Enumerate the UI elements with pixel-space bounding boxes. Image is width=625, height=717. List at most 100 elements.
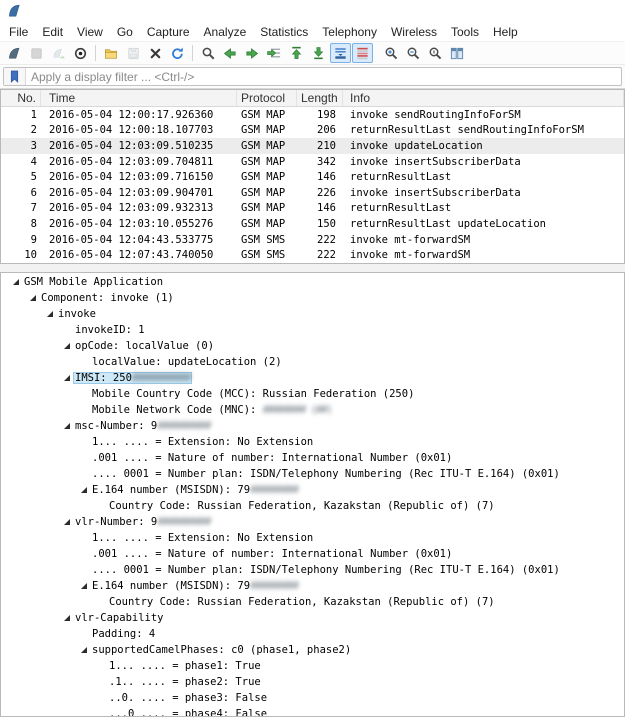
- menu-item-view[interactable]: View: [70, 23, 110, 41]
- last-packet-button[interactable]: [308, 43, 329, 63]
- colorize-toggle[interactable]: [352, 43, 373, 63]
- tree-item-label: .... 0001 = Number plan: ISDN/Telephony …: [92, 564, 560, 576]
- menu-item-help[interactable]: Help: [486, 23, 525, 41]
- tree-item[interactable]: IMSI: 250###########: [1, 370, 624, 386]
- packet-row-7[interactable]: 72016-05-04 12:03:09.932313GSM MAP146ret…: [1, 201, 624, 217]
- display-filter-input[interactable]: [26, 70, 621, 84]
- column-header-info[interactable]: Info: [343, 90, 624, 106]
- last-packet-icon: [311, 45, 326, 61]
- tree-item[interactable]: Country Code: Russian Federation, Kazaks…: [1, 594, 624, 610]
- tree-item[interactable]: E.164 number (MSISDN): 79#########: [1, 578, 624, 594]
- tree-item[interactable]: 1... .... = Extension: No Extension: [1, 434, 624, 450]
- tree-item-text: .1.. .... = phase2: True: [107, 676, 263, 688]
- expander-icon[interactable]: [60, 343, 73, 349]
- column-header-no[interactable]: No.: [1, 90, 41, 106]
- tree-item[interactable]: msc-Number: 9##########: [1, 418, 624, 434]
- menu-item-file[interactable]: File: [2, 23, 35, 41]
- menu-item-go[interactable]: Go: [110, 23, 140, 41]
- filter-bookmark-button[interactable]: [4, 68, 26, 85]
- packet-cell-no: 10: [1, 249, 41, 261]
- column-header-time[interactable]: Time: [41, 90, 237, 106]
- tree-item[interactable]: E.164 number (MSISDN): 79#########: [1, 482, 624, 498]
- column-header-length[interactable]: Length: [297, 90, 343, 106]
- find-packet-button[interactable]: [198, 43, 219, 63]
- expander-icon[interactable]: [60, 615, 73, 621]
- capture-options-button[interactable]: [70, 43, 91, 63]
- tree-item[interactable]: .001 .... = Nature of number: Internatio…: [1, 546, 624, 562]
- tree-item[interactable]: .... 0001 = Number plan: ISDN/Telephony …: [1, 466, 624, 482]
- expander-icon[interactable]: [26, 295, 39, 301]
- next-packet-button[interactable]: [242, 43, 263, 63]
- expander-icon[interactable]: [60, 519, 73, 525]
- tree-item[interactable]: supportedCamelPhases: c0 (phase1, phase2…: [1, 642, 624, 658]
- tree-item[interactable]: Country Code: Russian Federation, Kazaks…: [1, 498, 624, 514]
- tree-item[interactable]: invoke: [1, 306, 624, 322]
- packet-row-5[interactable]: 52016-05-04 12:03:09.716150GSM MAP146ret…: [1, 169, 624, 185]
- previous-packet-button[interactable]: [220, 43, 241, 63]
- expander-icon[interactable]: [77, 647, 90, 653]
- tree-item[interactable]: 1... .... = Extension: No Extension: [1, 530, 624, 546]
- column-header-protocol[interactable]: Protocol: [237, 90, 297, 106]
- menu-item-edit[interactable]: Edit: [35, 23, 70, 41]
- packet-row-6[interactable]: 62016-05-04 12:03:09.904701GSM MAP226inv…: [1, 185, 624, 201]
- zoom-out-button[interactable]: [403, 43, 424, 63]
- menu-item-telephony[interactable]: Telephony: [315, 23, 384, 41]
- tree-item[interactable]: localValue: updateLocation (2): [1, 354, 624, 370]
- tree-item[interactable]: invokeID: 1: [1, 322, 624, 338]
- display-filter-box: [3, 67, 622, 86]
- expander-icon[interactable]: [43, 311, 56, 317]
- expander-icon[interactable]: [77, 583, 90, 589]
- expander-icon[interactable]: [60, 423, 73, 429]
- packet-row-10[interactable]: 102016-05-04 12:07:43.740050GSM SMS222in…: [1, 247, 624, 263]
- packet-row-4[interactable]: 42016-05-04 12:03:09.704811GSM MAP342inv…: [1, 154, 624, 170]
- close-file-button[interactable]: [145, 43, 166, 63]
- expander-icon[interactable]: [77, 487, 90, 493]
- open-file-button[interactable]: [101, 43, 122, 63]
- packet-row-9[interactable]: 92016-05-04 12:04:43.533775GSM SMS222inv…: [1, 232, 624, 248]
- tree-item[interactable]: opCode: localValue (0): [1, 338, 624, 354]
- toolbar-separator: [192, 45, 193, 61]
- menu-item-capture[interactable]: Capture: [140, 23, 197, 41]
- tree-item[interactable]: ...0 .... = phase4: False: [1, 706, 624, 717]
- tree-item-label: .... 0001 = Number plan: ISDN/Telephony …: [92, 468, 560, 480]
- tree-item[interactable]: Mobile Network Code (MNC): ######## (##): [1, 402, 624, 418]
- goto-packet-button[interactable]: [264, 43, 285, 63]
- tree-item[interactable]: Padding: 4: [1, 626, 624, 642]
- tree-item[interactable]: vlr-Number: 9##########: [1, 514, 624, 530]
- tree-item-text: msc-Number: 9##########: [73, 420, 212, 432]
- zoom-in-button[interactable]: [381, 43, 402, 63]
- packet-cell-length: 226: [297, 187, 343, 199]
- tree-item[interactable]: GSM Mobile Application: [1, 274, 624, 290]
- reload-button[interactable]: [167, 43, 188, 63]
- menu-item-tools[interactable]: Tools: [444, 23, 486, 41]
- tree-item[interactable]: Mobile Country Code (MCC): Russian Feder…: [1, 386, 624, 402]
- autoscroll-toggle[interactable]: [330, 43, 351, 63]
- packet-row-1[interactable]: 12016-05-04 12:00:17.926360GSM MAP198inv…: [1, 107, 624, 123]
- expander-icon[interactable]: [60, 375, 73, 381]
- menu-item-wireless[interactable]: Wireless: [384, 23, 444, 41]
- packet-cell-info: returnResultLast: [343, 171, 624, 183]
- tree-item-label: invoke: [58, 308, 96, 320]
- tree-item[interactable]: ..0. .... = phase3: False: [1, 690, 624, 706]
- packet-row-3[interactable]: 32016-05-04 12:03:09.510235GSM MAP210inv…: [1, 138, 624, 154]
- tree-item[interactable]: .001 .... = Nature of number: Internatio…: [1, 450, 624, 466]
- packet-cell-protocol: GSM MAP: [237, 202, 297, 214]
- tree-item[interactable]: .... 0001 = Number plan: ISDN/Telephony …: [1, 562, 624, 578]
- menu-item-statistics[interactable]: Statistics: [253, 23, 315, 41]
- tree-item-text: Country Code: Russian Federation, Kazaks…: [107, 596, 497, 608]
- first-packet-button[interactable]: [286, 43, 307, 63]
- packet-list-rows: 12016-05-04 12:00:17.926360GSM MAP198inv…: [1, 107, 624, 263]
- menu-item-analyze[interactable]: Analyze: [197, 23, 254, 41]
- packet-row-8[interactable]: 82016-05-04 12:03:10.055276GSM MAP150ret…: [1, 216, 624, 232]
- tree-item[interactable]: vlr-Capability: [1, 610, 624, 626]
- tree-item[interactable]: Component: invoke (1): [1, 290, 624, 306]
- expander-icon[interactable]: [9, 279, 22, 285]
- tree-item[interactable]: 1... .... = phase1: True: [1, 658, 624, 674]
- packet-row-2[interactable]: 22016-05-04 12:00:18.107703GSM MAP206ret…: [1, 123, 624, 139]
- start-capture-button[interactable]: [4, 43, 25, 63]
- resize-columns-button[interactable]: [447, 43, 468, 63]
- tree-item[interactable]: .1.. .... = phase2: True: [1, 674, 624, 690]
- pane-splitter[interactable]: [0, 264, 625, 272]
- find-packet-icon: [201, 46, 216, 61]
- zoom-original-button[interactable]: [425, 43, 446, 63]
